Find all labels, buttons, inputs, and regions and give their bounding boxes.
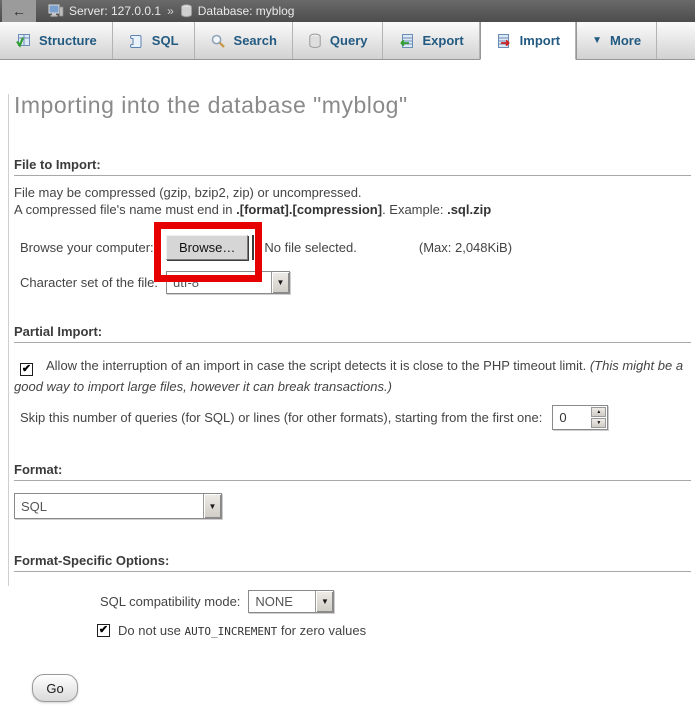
tab-sql[interactable]: SQL <box>113 22 195 59</box>
auto-increment-prefix: Do not use <box>118 623 185 638</box>
sql-compatibility-arrow-icon[interactable]: ▼ <box>315 591 333 612</box>
tab-search[interactable]: Search <box>195 22 293 59</box>
charset-row: Character set of the file: utf-8 ▼ <box>14 270 695 294</box>
tab-structure[interactable]: Structure <box>0 22 113 59</box>
tab-bar: Structure SQL Search Query Export Import… <box>0 22 695 60</box>
sql-compatibility-label: SQL compatibility mode: <box>100 594 240 609</box>
skip-queries-label: Skip this number of queries (for SQL) or… <box>20 410 542 425</box>
tab-import-label: Import <box>520 33 560 48</box>
back-button[interactable]: ← <box>2 0 36 22</box>
search-icon <box>210 33 226 49</box>
import-icon <box>496 33 512 49</box>
help-line1: File may be compressed (gzip, bzip2, zip… <box>14 185 362 200</box>
tab-export-label: Export <box>422 33 463 48</box>
tab-query-label: Query <box>330 33 368 48</box>
page-content: Importing into the database "myblog" Fil… <box>0 92 695 702</box>
charset-label: Character set of the file: <box>20 275 166 290</box>
tab-more-label: More <box>610 33 641 48</box>
help-line2-example: .sql.zip <box>447 202 491 217</box>
format-select-value: SQL <box>15 494 203 518</box>
stepper-buttons: ▲ ▼ <box>590 406 607 429</box>
charset-select[interactable]: utf-8 ▼ <box>166 271 290 294</box>
sql-icon <box>128 33 144 49</box>
page-title: Importing into the database "myblog" <box>14 92 695 119</box>
tab-structure-label: Structure <box>39 33 97 48</box>
export-icon <box>398 33 414 49</box>
back-arrow-icon: ← <box>12 3 26 19</box>
structure-icon <box>15 33 31 49</box>
sql-compatibility-select[interactable]: NONE ▼ <box>248 590 334 613</box>
section-heading-file-to-import: File to Import: <box>14 157 691 176</box>
skip-queries-value[interactable]: 0 <box>553 406 590 429</box>
auto-increment-label: Do not use AUTO_INCREMENT for zero value… <box>118 623 366 638</box>
max-size-text: (Max: 2,048KiB) <box>419 240 512 255</box>
section-heading-partial-import: Partial Import: <box>14 324 691 343</box>
format-select[interactable]: SQL ▼ <box>14 493 222 519</box>
tab-query[interactable]: Query <box>293 22 384 59</box>
tab-sql-label: SQL <box>152 33 179 48</box>
server-icon <box>48 4 64 18</box>
help-line2-prefix: A compressed file's name must end in <box>14 202 236 217</box>
content-left-border <box>8 94 9 586</box>
browse-button[interactable]: Browse… <box>166 235 248 260</box>
stepper-up-icon[interactable]: ▲ <box>591 407 606 417</box>
section-heading-format: Format: <box>14 462 691 481</box>
tab-export[interactable]: Export <box>383 22 479 59</box>
format-select-arrow-icon[interactable]: ▼ <box>203 494 221 518</box>
charset-select-value: utf-8 <box>167 272 271 293</box>
breadcrumb-database[interactable]: Database: myblog <box>198 4 295 18</box>
section-heading-format-specific: Format-Specific Options: <box>14 553 691 572</box>
sql-compatibility-row: SQL compatibility mode: NONE ▼ <box>100 588 695 614</box>
chevron-down-icon: ▼ <box>592 35 602 46</box>
tab-more[interactable]: ▼ More <box>576 22 657 59</box>
skip-queries-row: Skip this number of queries (for SQL) or… <box>14 405 695 430</box>
allow-interruption-label: Allow the interruption of an import in c… <box>46 358 590 373</box>
breadcrumb-bar: ← Server: 127.0.0.1 » Database: myblog <box>0 0 695 22</box>
charset-select-arrow-icon[interactable]: ▼ <box>271 272 289 293</box>
allow-interruption-row: ✔ Allow the interruption of an import in … <box>14 355 695 397</box>
breadcrumb-separator: » <box>167 4 174 18</box>
query-icon <box>308 33 322 49</box>
skip-queries-stepper[interactable]: 0 ▲ ▼ <box>552 405 608 430</box>
database-icon <box>180 4 193 18</box>
help-line2-mid: . Example: <box>382 202 447 217</box>
go-button[interactable]: Go <box>32 674 78 702</box>
no-file-text: No file selected. <box>264 240 357 255</box>
file-input-divider <box>252 235 254 260</box>
tab-import[interactable]: Import <box>480 22 576 60</box>
browse-row: Browse your computer: Browse… No file se… <box>14 234 695 260</box>
help-line2-format: .[format].[compression] <box>236 202 382 217</box>
auto-increment-row: ✔ Do not use AUTO_INCREMENT for zero val… <box>97 623 695 638</box>
breadcrumb-server[interactable]: Server: 127.0.0.1 <box>69 4 161 18</box>
auto-increment-checkbox[interactable]: ✔ <box>97 624 110 637</box>
browse-label: Browse your computer: <box>20 240 166 255</box>
allow-interruption-checkbox[interactable]: ✔ <box>20 363 33 376</box>
sql-compatibility-value: NONE <box>249 591 315 612</box>
auto-increment-code: AUTO_INCREMENT <box>185 625 278 638</box>
stepper-down-icon[interactable]: ▼ <box>591 418 606 428</box>
auto-increment-suffix: for zero values <box>277 623 366 638</box>
tab-search-label: Search <box>234 33 277 48</box>
file-help-text: File may be compressed (gzip, bzip2, zip… <box>14 184 695 218</box>
